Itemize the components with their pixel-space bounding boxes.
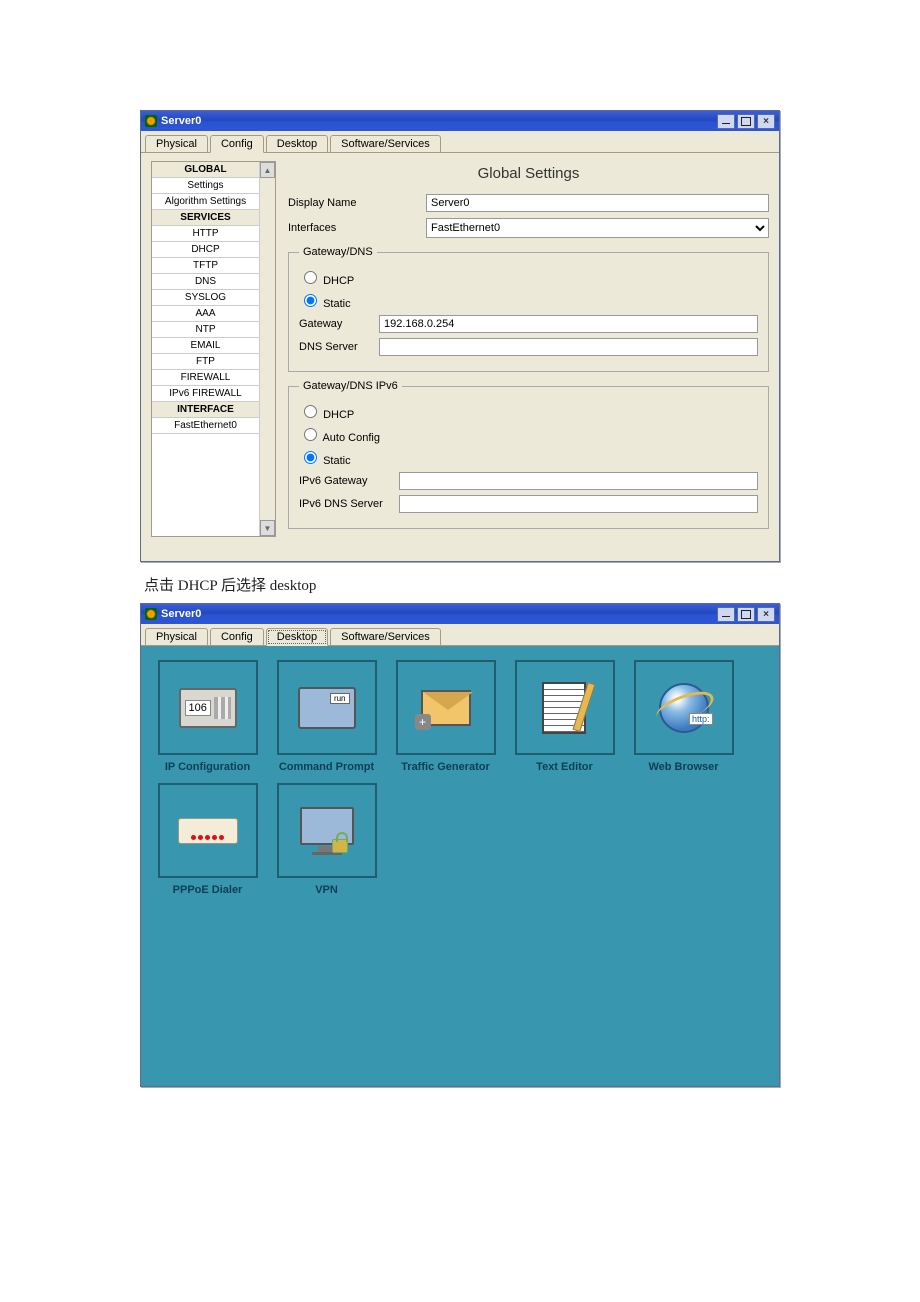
ipv6-dns-server-label: IPv6 DNS Server <box>299 498 399 510</box>
maximize-button[interactable] <box>737 607 755 622</box>
tab-desktop[interactable]: Desktop <box>266 628 328 646</box>
command-prompt-icon: run <box>298 687 356 729</box>
sidebar-item-email[interactable]: EMAIL <box>152 338 259 354</box>
gateway-dns-ipv6-group: Gateway/DNS IPv6 DHCP Auto Config Static… <box>288 380 769 529</box>
scroll-up-button[interactable]: ▲ <box>260 162 275 178</box>
sidebar-header-global[interactable]: GLOBAL <box>152 162 259 178</box>
pppoe-dialer-icon <box>178 818 238 844</box>
sidebar-item-ftp[interactable]: FTP <box>152 354 259 370</box>
sidebar-item-dhcp[interactable]: DHCP <box>152 242 259 258</box>
gwdns6-static-label: Static <box>323 455 351 467</box>
sidebar-item-fastethernet0[interactable]: FastEthernet0 <box>152 418 259 434</box>
sidebar-header-services[interactable]: SERVICES <box>152 210 259 226</box>
sidebar-item-syslog[interactable]: SYSLOG <box>152 290 259 306</box>
instruction-caption: 点击 DHCP 后选择 desktop <box>144 574 780 595</box>
sidebar-item-algorithm-settings[interactable]: Algorithm Settings <box>152 194 259 210</box>
sidebar-item-http[interactable]: HTTP <box>152 226 259 242</box>
gateway-dns-ipv6-legend: Gateway/DNS IPv6 <box>299 380 402 392</box>
config-sidebar: GLOBAL Settings Algorithm Settings SERVI… <box>151 161 276 537</box>
app-label: Web Browser <box>648 761 718 773</box>
app-label: IP Configuration <box>165 761 250 773</box>
app-label: Traffic Generator <box>401 761 490 773</box>
tabbar: Physical Config Desktop Software/Service… <box>141 624 779 646</box>
app-text-editor[interactable]: Text Editor <box>512 660 617 773</box>
web-browser-icon: http: <box>659 683 709 733</box>
tab-config[interactable]: Config <box>210 135 264 153</box>
close-button[interactable]: × <box>757 607 775 622</box>
tab-desktop[interactable]: Desktop <box>266 135 328 152</box>
gateway-label: Gateway <box>299 318 379 330</box>
app-label: VPN <box>315 884 338 896</box>
gateway-dns-group: Gateway/DNS DHCP Static Gateway DNS Serv… <box>288 246 769 372</box>
sidebar-item-ntp[interactable]: NTP <box>152 322 259 338</box>
app-icon <box>145 608 157 620</box>
sidebar-item-dns[interactable]: DNS <box>152 274 259 290</box>
app-label: PPPoE Dialer <box>173 884 243 896</box>
window-server0-desktop: Server0 × Physical Config Desktop Softwa… <box>140 603 780 1087</box>
tab-software-services[interactable]: Software/Services <box>330 135 441 152</box>
window-title: Server0 <box>161 115 715 127</box>
gwdns6-static-radio[interactable] <box>304 451 317 464</box>
sidebar-header-interface[interactable]: INTERFACE <box>152 402 259 418</box>
dns-server-input[interactable] <box>379 338 758 356</box>
tab-physical[interactable]: Physical <box>145 628 208 645</box>
app-ip-configuration[interactable]: 106 IP Configuration <box>155 660 260 773</box>
tab-config[interactable]: Config <box>210 628 264 645</box>
tab-physical[interactable]: Physical <box>145 135 208 152</box>
gwdns-dhcp-label: DHCP <box>323 275 354 287</box>
global-settings-panel: Global Settings Display Name Interfaces … <box>288 161 769 537</box>
ipv6-dns-server-input[interactable] <box>399 495 758 513</box>
vpn-icon <box>300 807 354 855</box>
minimize-button[interactable] <box>717 114 735 129</box>
interfaces-select[interactable]: FastEthernet0 <box>426 218 769 238</box>
tab-software-services[interactable]: Software/Services <box>330 628 441 645</box>
ip-configuration-icon: 106 <box>179 688 237 728</box>
text-editor-icon <box>542 682 588 734</box>
gwdns6-dhcp-label: DHCP <box>323 409 354 421</box>
tabbar: Physical Config Desktop Software/Service… <box>141 131 779 153</box>
gwdns-static-label: Static <box>323 298 351 310</box>
sidebar-item-aaa[interactable]: AAA <box>152 306 259 322</box>
window-server0-config: Server0 × Physical Config Desktop Softwa… <box>140 110 780 562</box>
sidebar-item-settings[interactable]: Settings <box>152 178 259 194</box>
ipv6-gateway-label: IPv6 Gateway <box>299 475 399 487</box>
sidebar-scrollbar[interactable]: ▲ ▼ <box>259 162 275 536</box>
display-name-label: Display Name <box>288 197 418 209</box>
app-label: Text Editor <box>536 761 593 773</box>
traffic-generator-icon: + <box>421 690 471 726</box>
gwdns6-auto-label: Auto Config <box>322 432 379 444</box>
display-name-input[interactable] <box>426 194 769 212</box>
interfaces-label: Interfaces <box>288 222 418 234</box>
window-title: Server0 <box>161 608 715 620</box>
ipv6-gateway-input[interactable] <box>399 472 758 490</box>
titlebar[interactable]: Server0 × <box>141 604 779 624</box>
sidebar-item-tftp[interactable]: TFTP <box>152 258 259 274</box>
app-pppoe-dialer[interactable]: PPPoE Dialer <box>155 783 260 896</box>
app-traffic-generator[interactable]: + Traffic Generator <box>393 660 498 773</box>
gwdns-static-radio[interactable] <box>304 294 317 307</box>
dns-server-label: DNS Server <box>299 341 379 353</box>
gateway-input[interactable] <box>379 315 758 333</box>
gwdns6-dhcp-radio[interactable] <box>304 405 317 418</box>
sidebar-item-ipv6-firewall[interactable]: IPv6 FIREWALL <box>152 386 259 402</box>
minimize-button[interactable] <box>717 607 735 622</box>
titlebar[interactable]: Server0 × <box>141 111 779 131</box>
app-command-prompt[interactable]: run Command Prompt <box>274 660 379 773</box>
app-icon <box>145 115 157 127</box>
sidebar-item-firewall[interactable]: FIREWALL <box>152 370 259 386</box>
close-button[interactable]: × <box>757 114 775 129</box>
gwdns-dhcp-radio[interactable] <box>304 271 317 284</box>
app-vpn[interactable]: VPN <box>274 783 379 896</box>
gwdns6-auto-radio[interactable] <box>304 428 317 441</box>
gateway-dns-legend: Gateway/DNS <box>299 246 377 258</box>
app-label: Command Prompt <box>279 761 374 773</box>
desktop-area: 106 IP Configuration run Command Prompt … <box>141 646 779 1086</box>
panel-title: Global Settings <box>288 165 769 182</box>
app-web-browser[interactable]: http: Web Browser <box>631 660 736 773</box>
scroll-down-button[interactable]: ▼ <box>260 520 275 536</box>
maximize-button[interactable] <box>737 114 755 129</box>
